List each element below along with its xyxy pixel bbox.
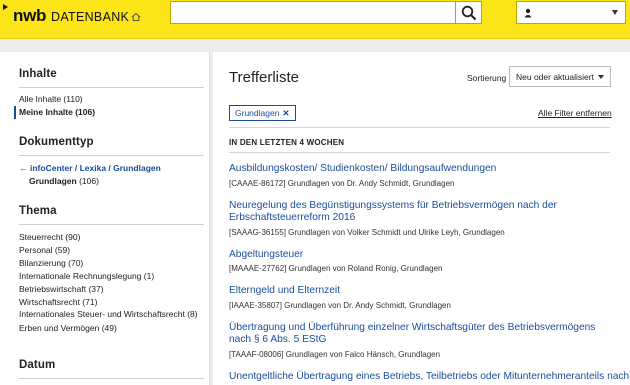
filter-title-inhalte: Inhalte [19,68,57,80]
filter-datum: Datum [19,359,204,385]
list-item: Unentgeltliche Übertragung eines Betrieb… [229,371,630,384]
doctype-selected-count: (106) [79,176,99,186]
list-item: Neuregelung des Begünstigungssystems für… [229,200,614,238]
doctype-selected[interactable]: Grundlagen (106) [19,175,204,188]
result-title-link[interactable]: Ausbildungskosten/ Studienkosten/ Bildun… [229,163,614,176]
result-meta: [CAAAE-86172] Grundlagen von Dr. Andy Sc… [229,178,455,188]
divider [229,152,610,153]
section-heading: IN DEN LETZTEN 4 WOCHEN [229,138,345,147]
thema-item[interactable]: Personal (59) [19,244,204,257]
doctype-selected-label: Grundlagen [29,176,77,186]
list-item: Übertragung und Überführung einzelner Wi… [229,322,614,360]
result-meta: [SAAAG-36155] Grundlagen von Volker Schm… [229,227,505,237]
doctype-breadcrumb-label: infoCenter / Lexika / Grundlagen [30,163,161,173]
list-item: Ausbildungskosten/ Studienkosten/ Bildun… [229,163,614,189]
page-title: Trefferliste [229,69,300,86]
thema-item[interactable]: Internationale Rechnungslegung (1) [19,270,204,283]
arrow-left-icon: ← [19,163,28,173]
result-title-link[interactable]: Neuregelung des Begünstigungssystems für… [229,200,614,225]
results-list: Ausbildungskosten/ Studienkosten/ Bildun… [229,163,630,385]
filter-title-datum[interactable]: Datum [19,359,204,371]
logo-flag-icon [3,4,8,10]
thema-item[interactable]: Betriebswirtschaft (37) [19,283,204,296]
sort-label: Sortierung [467,73,507,83]
thema-item[interactable]: Wirtschaftsrecht (71) [19,296,204,309]
close-icon[interactable]: ✕ [282,108,289,118]
result-meta: [MAAAE-27762] Grundlagen von Roland Roni… [229,264,443,273]
logo-subtitle[interactable]: DATENBANK [51,10,129,24]
filter-title-dokumenttyp: Dokumenttyp [19,136,94,148]
search-icon [461,5,477,21]
logo[interactable]: nwb [13,6,46,26]
home-icon[interactable] [130,10,142,22]
result-title-link[interactable]: Übertragung und Überführung einzelner Wi… [229,322,614,347]
thema-item[interactable]: Steuerrecht (90) [19,231,204,244]
divider [229,127,610,128]
user-icon [524,8,532,18]
sort-select[interactable]: Neu oder aktualisiert [509,66,611,87]
result-meta: [TAAAF-08006] Grundlagen von Falco Hänsc… [229,349,441,359]
thema-item[interactable]: Erben und Vermögen (49) [19,322,204,335]
results-panel: Trefferliste Sortierung Neu oder aktuali… [213,52,630,385]
divider [19,155,204,156]
filter-my-content[interactable]: Meine Inhalte (106) [14,106,204,119]
search-input[interactable] [170,1,456,24]
list-item: Abgeltungsteuer [MAAAE-27762] Grundlagen… [229,249,614,275]
search-button[interactable] [456,1,482,24]
result-title-link[interactable]: Unentgeltliche Übertragung eines Betrieb… [229,371,630,384]
divider [19,87,204,88]
result-title-link[interactable]: Elterngeld und Elternzeit [229,285,614,298]
sort-select-value: Neu oder aktualisiert [516,72,594,82]
filter-all-content[interactable]: Alle Inhalte (110) [19,93,204,106]
divider [19,378,204,379]
list-item: Elterngeld und Elternzeit [IAAAE-35807] … [229,285,614,311]
user-menu[interactable] [516,1,626,24]
doctype-breadcrumb-link[interactable]: ← infoCenter / Lexika / Grundlagen [19,162,204,175]
filter-thema: Thema Steuerrecht (90) Personal (59) Bil… [19,205,204,335]
thema-item[interactable]: Internationales Steuer- und Wirtschaftsr… [19,309,204,320]
filter-title-thema: Thema [19,205,57,217]
thema-item[interactable]: Bilanzierung (70) [19,257,204,270]
top-bar: nwb DATENBANK [0,0,630,39]
clear-filters-link[interactable]: Alle Filter entfernen [538,108,612,118]
filter-chip-label: Grundlagen [235,108,280,118]
filter-inhalte: Inhalte Alle Inhalte (110) Meine Inhalte… [14,68,204,119]
filter-dokumenttyp: Dokumenttyp ← infoCenter / Lexika / Grund… [19,136,204,188]
active-filter-chip[interactable]: Grundlagen ✕ [229,105,296,121]
result-meta: [IAAAE-35807] Grundlagen von Dr. Andy Sc… [229,300,451,310]
filter-sidebar: Inhalte Alle Inhalte (110) Meine Inhalte… [0,52,210,385]
chevron-down-icon [598,75,604,79]
chevron-down-icon [612,10,618,15]
result-title-link[interactable]: Abgeltungsteuer [229,249,614,262]
divider [19,224,204,225]
